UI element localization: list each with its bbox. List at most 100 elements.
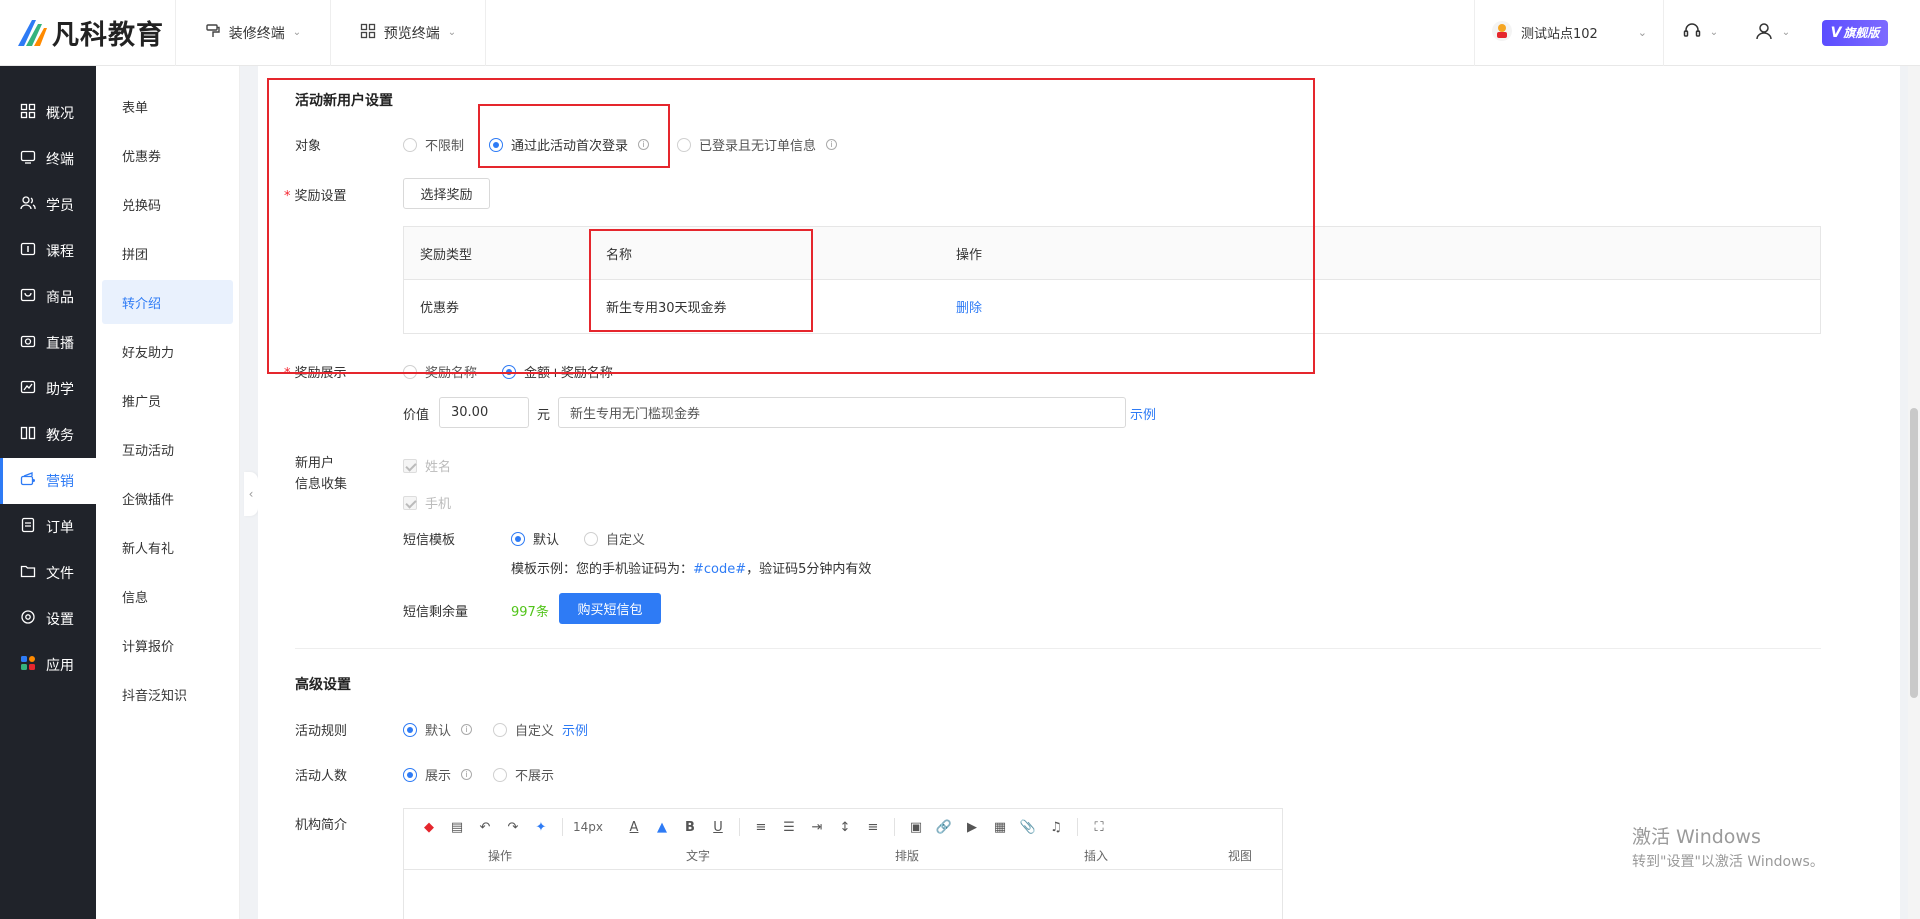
checkbox-label: 姓名 [425, 460, 452, 475]
sidebar-item-label: 直播 [46, 336, 74, 352]
support-button[interactable]: ⌄ [1664, 0, 1736, 66]
camera-icon [20, 333, 36, 353]
edition-label: 旗舰版 [1843, 26, 1880, 40]
scrollbar-thumb[interactable] [1910, 408, 1918, 698]
attachment-icon[interactable]: 📎 [1017, 817, 1039, 837]
sms-radio-custom[interactable]: 自定义 [584, 529, 645, 548]
v-icon: V [1830, 24, 1842, 41]
radio-label: 不展示 [515, 769, 555, 784]
highlight-icon[interactable]: ▲ [651, 817, 673, 837]
sidebar-item-marketing[interactable]: 营销 [0, 458, 96, 504]
table-icon[interactable]: ▦ [989, 817, 1011, 837]
font-color-icon[interactable]: A [623, 817, 645, 837]
submenu-item-friend-help[interactable]: 好友助力 [102, 329, 233, 373]
list-icon[interactable]: ☰ [778, 817, 800, 837]
submenu-item-quote[interactable]: 计算报价 [102, 623, 233, 667]
radio-dot [493, 767, 507, 782]
undo-icon[interactable]: ↶ [474, 817, 496, 837]
toolbar-group-operate: 操作 [488, 849, 513, 863]
format-icon[interactable]: ▤ [446, 817, 468, 837]
rules-radio-custom[interactable]: 自定义 示例 [493, 720, 588, 739]
bold-icon[interactable]: B [679, 817, 701, 837]
example-link[interactable]: 示例 [1130, 404, 1156, 423]
submenu-item-douyin[interactable]: 抖音泛知识 [102, 672, 233, 716]
grid-icon [20, 103, 36, 123]
submenu-item-info[interactable]: 信息 [102, 574, 233, 618]
value-input[interactable]: 30.00 [439, 397, 529, 428]
rules-example-link[interactable]: 示例 [562, 720, 588, 739]
redo-icon[interactable]: ↷ [502, 817, 524, 837]
top-nav-decorate[interactable]: 装修终端 ⌄ [176, 0, 331, 66]
template-code: #code# [693, 562, 747, 577]
toolbar-group-view: 视图 [1228, 849, 1253, 863]
sidebar-item-files[interactable]: 文件 [0, 550, 96, 596]
content-scrollbar[interactable] [1908, 66, 1920, 919]
sidebar-item-label: 教务 [46, 428, 74, 444]
sidebar-item-label: 课程 [46, 244, 74, 260]
underline-icon[interactable]: U [707, 817, 729, 837]
sidebar-item-label: 商品 [46, 290, 74, 306]
submenu-item-group-buy[interactable]: 拼团 [102, 231, 233, 275]
order-icon [20, 517, 36, 537]
field-phone-checkbox[interactable]: 手机 [403, 493, 451, 512]
submenu-item-referral[interactable]: 转介绍 [102, 280, 233, 324]
sms-radio-default[interactable]: 默认 [511, 529, 559, 548]
font-size-select[interactable]: 14px [573, 820, 617, 834]
sidebar-item-courses[interactable]: 课程 [0, 228, 96, 274]
indent-icon[interactable]: ⇥ [806, 817, 828, 837]
fullscreen-icon[interactable]: ⛶ [1088, 817, 1110, 837]
align-icon[interactable]: ≡ [750, 817, 772, 837]
submenu-item-redeem-code[interactable]: 兑换码 [102, 182, 233, 226]
paragraph-spacing-icon[interactable]: ≡ [862, 817, 884, 837]
count-radio-hide[interactable]: 不展示 [493, 765, 554, 784]
audio-icon[interactable]: ♫ [1045, 817, 1067, 837]
sidebar-item-orders[interactable]: 订单 [0, 504, 96, 550]
sidebar-item-terminal[interactable]: 终端 [0, 136, 96, 182]
sidebar-item-academic[interactable]: 教务 [0, 412, 96, 458]
format-painter-icon[interactable]: ✦ [530, 817, 552, 837]
user-menu-button[interactable]: ⌄ [1736, 0, 1808, 66]
toolbar-divider [739, 818, 740, 836]
submenu-item-newbie-gift[interactable]: 新人有礼 [102, 525, 233, 569]
sidebar-item-live[interactable]: 直播 [0, 320, 96, 366]
count-radio-show[interactable]: 展示 i [403, 765, 473, 784]
submenu-item-promoter[interactable]: 推广员 [102, 378, 233, 422]
section-divider [295, 648, 1821, 649]
sidebar-item-assist[interactable]: 助学 [0, 366, 96, 412]
watermark-line1: 激活 Windows [1632, 826, 1761, 848]
chevron-down-icon: ⌄ [447, 27, 457, 38]
info-icon[interactable]: i [461, 769, 473, 780]
radio-dot [584, 531, 598, 546]
sidebar-item-settings[interactable]: 设置 [0, 596, 96, 642]
site-select[interactable]: 测试站点102 ⌄ [1474, 0, 1664, 66]
radio-label: 自定义 [515, 724, 555, 739]
sidebar-item-students[interactable]: 学员 [0, 182, 96, 228]
submenu-item-coupon[interactable]: 优惠券 [102, 133, 233, 177]
sidebar-item-goods[interactable]: 商品 [0, 274, 96, 320]
radio-dot [403, 767, 417, 782]
brand-logo[interactable]: 凡科教育 [0, 0, 176, 66]
eraser-icon[interactable]: ◆ [418, 817, 440, 837]
rules-radio-default[interactable]: 默认 i [403, 720, 473, 739]
folder-icon [20, 563, 36, 583]
info-icon[interactable]: i [461, 724, 473, 735]
sidebar-item-apps[interactable]: 应用 [0, 642, 96, 688]
submenu-item-form[interactable]: 表单 [102, 84, 233, 128]
link-icon[interactable]: 🔗 [933, 817, 955, 837]
monitor-icon [20, 149, 36, 169]
sidebar-item-label: 营销 [46, 474, 74, 490]
top-nav-preview[interactable]: 预览终端 ⌄ [331, 0, 486, 66]
video-icon[interactable]: ▶ [961, 817, 983, 837]
collapse-submenu-button[interactable]: ‹ [244, 472, 258, 516]
submenu-item-interactive[interactable]: 互动活动 [102, 427, 233, 471]
value-text-input[interactable]: 新生专用无门槛现金券 [558, 397, 1126, 428]
editor-toolbar: ◆ ▤ ↶ ↷ ✦ 14px A ▲ B U ≡ ☰ ⇥ ↕ ≡ ▣ 🔗 ▶ ▦… [404, 809, 1282, 870]
sidebar-item-overview[interactable]: 概况 [0, 90, 96, 136]
line-height-icon[interactable]: ↕ [834, 817, 856, 837]
field-name-checkbox[interactable]: 姓名 [403, 456, 451, 475]
image-icon[interactable]: ▣ [905, 817, 927, 837]
site-avatar-icon [1491, 20, 1513, 46]
chevron-left-icon: ‹ [248, 487, 254, 501]
submenu-item-wecom-plugin[interactable]: 企微插件 [102, 476, 233, 520]
buy-sms-button[interactable]: 购买短信包 [559, 593, 661, 624]
